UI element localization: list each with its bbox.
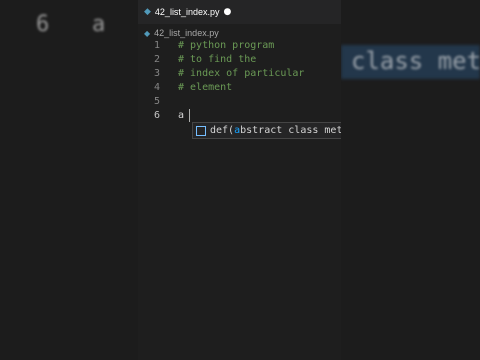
code-line[interactable]: 1 # python program: [138, 39, 341, 53]
breadcrumb-filename[interactable]: 42_list_index.py: [154, 28, 219, 38]
line-number: 6: [153, 110, 160, 121]
code-comment: # element: [178, 82, 233, 93]
suggestion-prefix: def(: [210, 125, 235, 136]
code-text: a: [178, 110, 185, 121]
code-comment: # to find the: [178, 54, 257, 65]
line-number: 1: [153, 40, 160, 51]
code-line[interactable]: 4 # element: [138, 81, 341, 95]
code-editor[interactable]: ◆ 42_list_index.py ● ◆ 42_list_index.py …: [138, 0, 341, 360]
code-comment: # index of particular: [178, 68, 305, 79]
tab-bar: ◆ 42_list_index.py ●: [138, 0, 341, 24]
code-line[interactable]: 5: [138, 95, 341, 109]
background-code-char: a: [92, 12, 106, 37]
line-number: 4: [153, 82, 160, 93]
suggestion-label: def(abstract class met: [210, 125, 341, 136]
python-file-icon: ◆: [144, 7, 151, 17]
text-cursor: [189, 109, 190, 122]
file-tab[interactable]: ◆ 42_list_index.py ●: [138, 0, 237, 24]
blurred-background-left: 6 a: [0, 0, 138, 360]
autocomplete-suggestion[interactable]: def(abstract class met: [192, 122, 341, 139]
background-line-number: 6: [36, 12, 50, 37]
code-comment: # python program: [178, 40, 275, 51]
code-line[interactable]: 3 # index of particular: [138, 67, 341, 81]
snippet-icon: [196, 125, 206, 136]
background-suggestion-text: class met: [351, 47, 480, 75]
unsaved-indicator-icon[interactable]: ●: [223, 7, 231, 17]
code-line[interactable]: 2 # to find the: [138, 53, 341, 67]
python-file-icon: ◆: [144, 28, 151, 38]
line-number: 5: [153, 96, 160, 107]
tab-filename: 42_list_index.py: [154, 7, 220, 17]
line-number: 3: [153, 68, 160, 79]
line-number: 2: [153, 54, 160, 65]
code-line-active[interactable]: 6 a: [138, 109, 341, 123]
breadcrumb[interactable]: ◆ 42_list_index.py: [144, 26, 219, 40]
suggestion-rest: bstract class met: [240, 125, 341, 136]
blurred-background-right: class met: [341, 0, 480, 360]
